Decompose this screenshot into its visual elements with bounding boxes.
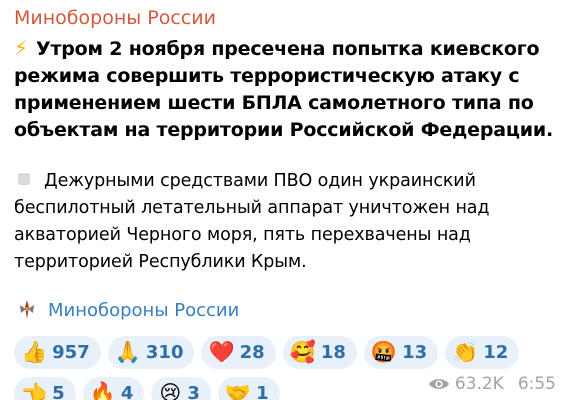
reaction-count: 1 bbox=[256, 383, 269, 400]
gray-square-icon bbox=[18, 173, 30, 185]
red-heart-icon: ❤️ bbox=[208, 340, 235, 364]
reaction-count: 18 bbox=[320, 342, 346, 363]
reaction-count: 310 bbox=[145, 342, 184, 363]
views-count: 63.2K bbox=[454, 374, 504, 394]
reaction-count: 12 bbox=[483, 342, 509, 363]
reaction-count: 4 bbox=[120, 383, 134, 400]
reaction-pill[interactable]: 👏 12 bbox=[445, 336, 520, 369]
lightning-bolt-icon: ⚡ bbox=[14, 36, 28, 60]
reaction-pill[interactable]: 🔥 4 bbox=[82, 377, 145, 400]
post-signature: Минобороны России bbox=[14, 298, 556, 322]
eye-icon bbox=[428, 379, 449, 389]
smiling-face-with-hearts-icon: 🥰 bbox=[289, 340, 316, 364]
reaction-count: 13 bbox=[402, 342, 428, 363]
reaction-count: 3 bbox=[187, 383, 200, 400]
channel-post: Минобороны России ⚡ Утром 2 ноября пресеч… bbox=[0, 0, 570, 400]
praying-hands-icon: 🙏 bbox=[114, 340, 141, 364]
pointing-hand-icon: 👈 bbox=[21, 381, 48, 400]
reaction-pill[interactable]: 👍 957 bbox=[14, 336, 101, 369]
reaction-pill[interactable]: 🙏 310 bbox=[107, 336, 195, 369]
reaction-pill[interactable]: ❤️ 28 bbox=[201, 336, 276, 369]
reaction-count: 957 bbox=[52, 342, 90, 363]
angry-face-with-symbols-icon: 🤬 bbox=[370, 340, 398, 364]
fire-icon: 🔥 bbox=[89, 381, 116, 400]
reaction-pill[interactable]: 🤬 13 bbox=[363, 336, 439, 369]
crying-face-icon: 😢 bbox=[159, 381, 182, 400]
reaction-pill[interactable]: 🤝 1 bbox=[217, 377, 280, 400]
body-text: Дежурными средствами ПВО один украинский… bbox=[14, 171, 490, 272]
handshake-icon: 🤝 bbox=[224, 381, 252, 400]
post-time: 6:55 bbox=[517, 374, 556, 394]
post-meta: 63.2K 6:55 bbox=[428, 374, 556, 394]
clapping-hands-icon: 👏 bbox=[452, 340, 479, 364]
reaction-pill[interactable]: 😢 3 bbox=[151, 377, 211, 400]
headline-text: Утром 2 ноября пресечена попытка киевско… bbox=[14, 38, 554, 141]
reaction-pill[interactable]: 🥰 18 bbox=[282, 336, 357, 369]
ministry-emblem-icon bbox=[16, 299, 38, 321]
thumbs-up-icon: 👍 bbox=[21, 340, 48, 364]
reaction-count: 28 bbox=[239, 342, 265, 363]
channel-name[interactable]: Минобороны России bbox=[14, 6, 556, 30]
post-body: Дежурными средствами ПВО один украинский… bbox=[14, 168, 556, 276]
reaction-pill[interactable]: 👈 5 bbox=[14, 377, 76, 400]
signature-link[interactable]: Минобороны России bbox=[48, 300, 239, 321]
reaction-count: 5 bbox=[52, 383, 65, 400]
post-headline: ⚡ Утром 2 ноября пресечена попытка киевск… bbox=[14, 35, 556, 144]
